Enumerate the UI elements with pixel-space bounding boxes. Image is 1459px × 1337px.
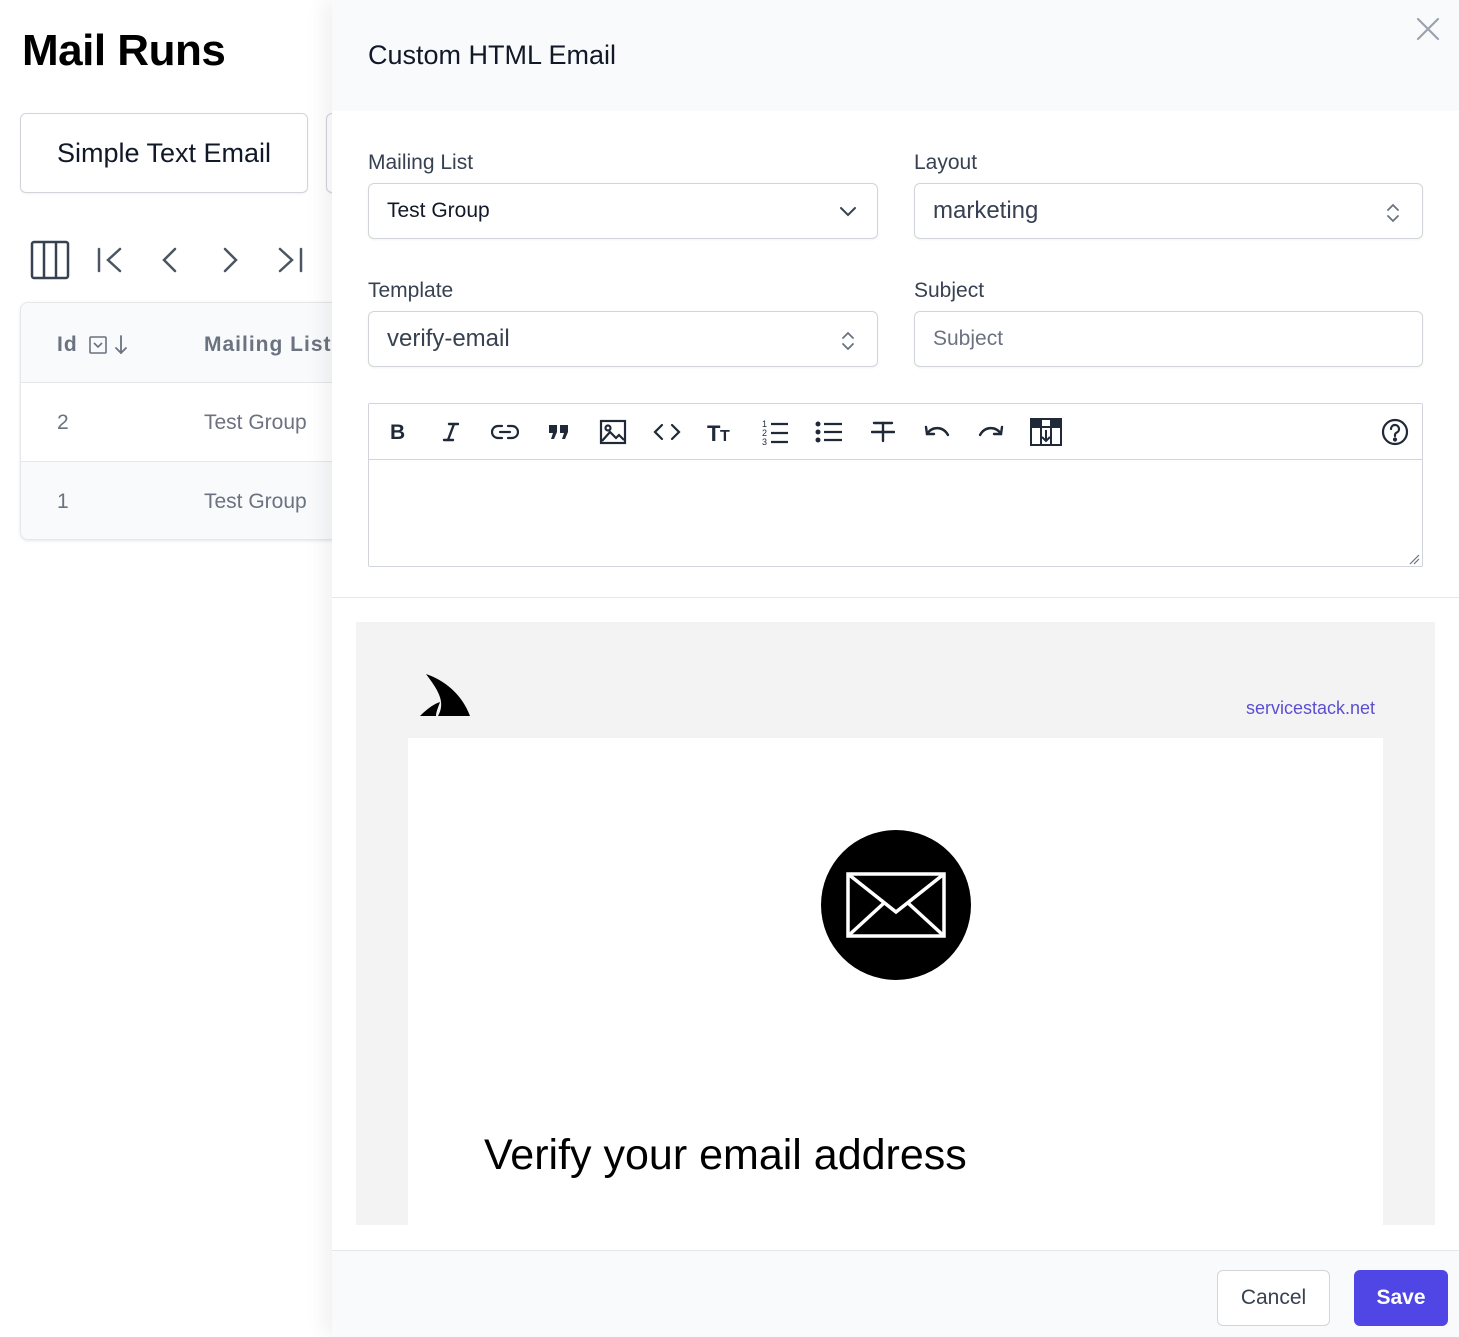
link-icon[interactable] (489, 416, 521, 448)
mailing-list-label: Mailing List (368, 151, 474, 174)
email-card: Verify your email address (408, 738, 1383, 1225)
columns-icon[interactable] (28, 236, 72, 284)
help-icon[interactable] (1379, 416, 1411, 448)
page-title: Mail Runs (22, 26, 226, 75)
bold-icon[interactable]: B (381, 416, 413, 448)
panel-footer: Cancel Save (332, 1250, 1459, 1337)
email-heading: Verify your email address (484, 1131, 967, 1179)
redo-icon[interactable] (975, 416, 1007, 448)
site-link[interactable]: servicestack.net (1246, 698, 1375, 719)
strikethrough-icon[interactable] (867, 416, 899, 448)
servicestack-logo-icon (416, 672, 474, 718)
markdown-editor: B TT 123 (368, 403, 1423, 567)
filter-icon[interactable] (88, 335, 108, 355)
resize-handle-icon[interactable] (1408, 552, 1420, 565)
panel-title: Custom HTML Email (368, 40, 617, 70)
column-header-id[interactable]: Id (57, 333, 128, 357)
sort-descending-icon[interactable] (114, 334, 128, 356)
layout-value: marketing (933, 197, 1039, 224)
heading-icon[interactable]: TT (705, 416, 737, 448)
first-page-icon[interactable] (88, 236, 132, 284)
close-icon[interactable] (1413, 14, 1443, 44)
column-header-mailing-list[interactable]: Mailing List (204, 333, 332, 357)
previous-page-icon[interactable] (148, 236, 192, 284)
custom-html-email-panel: Custom HTML Email Mailing List Test Grou… (332, 0, 1459, 1337)
last-page-icon[interactable] (268, 236, 312, 284)
cell-id: 2 (57, 411, 69, 434)
table-header: Id Mailing List (21, 303, 359, 383)
svg-text:T: T (707, 421, 721, 444)
template-value: verify-email (387, 325, 510, 352)
chevron-down-icon (837, 200, 859, 224)
subject-label: Subject (914, 279, 985, 302)
cancel-button[interactable]: Cancel (1217, 1270, 1330, 1326)
divider (332, 597, 1459, 598)
email-preview: servicestack.net Verify your email addre… (356, 622, 1435, 1225)
mailing-list-value: Test Group (387, 199, 490, 222)
subject-input[interactable] (914, 311, 1423, 367)
cell-mailing-list: Test Group (204, 411, 307, 434)
table-row[interactable]: 2 Test Group (21, 383, 359, 462)
chevron-up-down-icon (1382, 200, 1404, 224)
layout-select[interactable]: marketing (914, 183, 1423, 239)
svg-text:B: B (390, 421, 405, 443)
undo-icon[interactable] (921, 416, 953, 448)
column-header-id-label: Id (57, 333, 78, 356)
envelope-icon (821, 830, 971, 980)
code-icon[interactable] (651, 416, 683, 448)
table-row[interactable]: 1 Test Group (21, 462, 359, 539)
mail-runs-table: Id Mailing List 2 Test Group 1 Test Grou… (20, 302, 360, 540)
svg-text:3: 3 (762, 437, 767, 446)
table-toolbar (28, 236, 328, 284)
next-page-icon[interactable] (208, 236, 252, 284)
quote-icon[interactable] (543, 416, 575, 448)
insert-template-icon[interactable] (1029, 416, 1063, 448)
unordered-list-icon[interactable] (813, 416, 845, 448)
cell-mailing-list: Test Group (204, 490, 307, 513)
template-label: Template (368, 279, 454, 302)
chevron-up-down-icon (837, 328, 859, 352)
ordered-list-icon[interactable]: 123 (759, 416, 791, 448)
save-button[interactable]: Save (1354, 1270, 1448, 1326)
cell-id: 1 (57, 490, 69, 513)
editor-toolbar: B TT 123 (369, 404, 1422, 460)
svg-text:T: T (720, 428, 730, 444)
editor-textarea[interactable] (369, 460, 1422, 566)
template-select[interactable]: verify-email (368, 311, 878, 367)
layout-label: Layout (914, 151, 978, 174)
italic-icon[interactable] (435, 416, 467, 448)
image-icon[interactable] (597, 416, 629, 448)
mailing-list-select[interactable]: Test Group (368, 183, 878, 239)
panel-header: Custom HTML Email (332, 0, 1459, 111)
simple-text-email-button[interactable]: Simple Text Email (20, 113, 308, 193)
